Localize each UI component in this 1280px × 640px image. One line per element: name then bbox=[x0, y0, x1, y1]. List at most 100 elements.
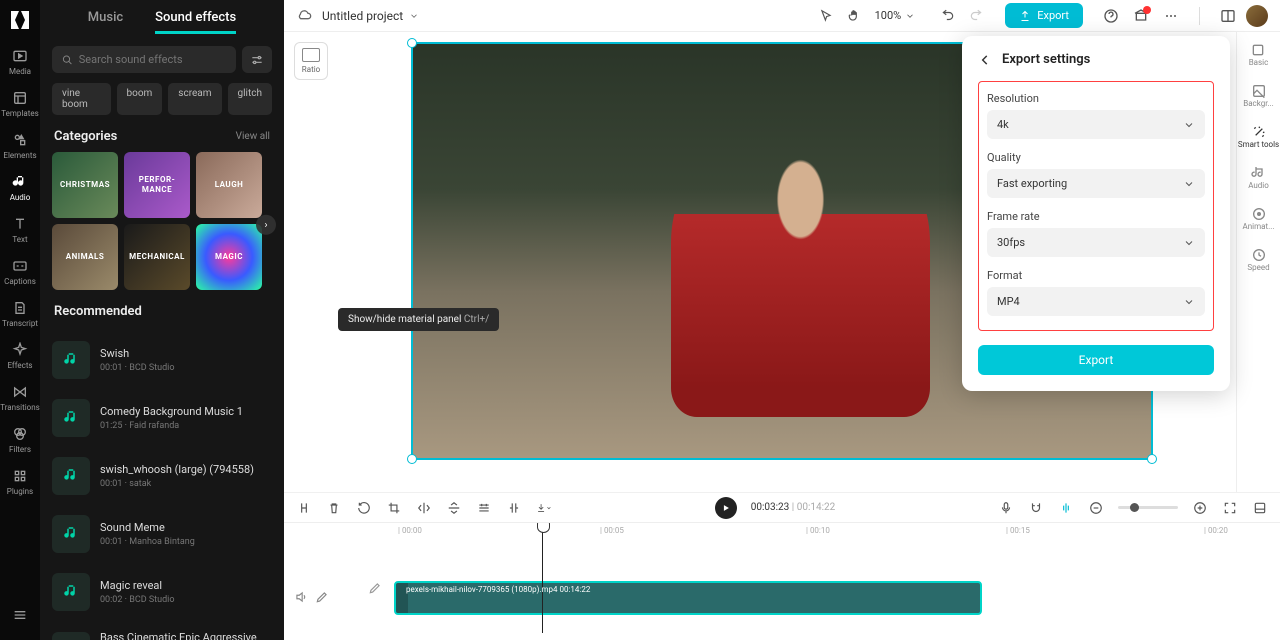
view-all-link[interactable]: View all bbox=[236, 131, 270, 142]
export-confirm-button[interactable]: Export bbox=[978, 345, 1214, 375]
undo-button[interactable] bbox=[941, 9, 955, 23]
recommended-item[interactable]: Bass Cinematic Epic Aggressive Powerful … bbox=[52, 621, 272, 640]
delete-button[interactable] bbox=[326, 500, 342, 516]
zoom-display[interactable]: 100% bbox=[875, 9, 916, 22]
rail-media[interactable]: Media bbox=[9, 48, 31, 76]
mic-button[interactable] bbox=[998, 500, 1014, 516]
rr-smart-tools[interactable]: Smart tools bbox=[1238, 124, 1279, 149]
timeline-ruler[interactable]: | 00:00| 00:05| 00:10| 00:15| 00:20 bbox=[338, 523, 1280, 541]
user-avatar[interactable] bbox=[1246, 5, 1268, 27]
recommended-item[interactable]: Swish00:01 · BCD Studio bbox=[52, 331, 272, 389]
category-card[interactable]: ANIMALS bbox=[52, 224, 118, 290]
rail-transcript[interactable]: Transcript bbox=[2, 300, 38, 328]
mirror-v-button[interactable] bbox=[446, 500, 462, 516]
rec-title: swish_whoosh (large) (794558) bbox=[100, 463, 272, 477]
tab-music[interactable]: Music bbox=[88, 10, 123, 34]
category-card[interactable]: PERFOR-MANCE bbox=[124, 152, 190, 218]
category-card[interactable]: LAUGH bbox=[196, 152, 262, 218]
rec-meta: 00:01 · satak bbox=[100, 479, 272, 489]
zoom-in-button[interactable] bbox=[1192, 500, 1208, 516]
rr-speed[interactable]: Speed bbox=[1247, 247, 1269, 272]
zoom-out-button[interactable] bbox=[1088, 500, 1104, 516]
chip-scream[interactable]: scream bbox=[168, 83, 221, 115]
rr-background[interactable]: Backgr... bbox=[1243, 83, 1274, 108]
recommended-item[interactable]: Magic reveal00:02 · BCD Studio bbox=[52, 563, 272, 621]
rr-audio[interactable]: Audio bbox=[1248, 165, 1269, 190]
rail-text[interactable]: Text bbox=[12, 216, 28, 244]
help-button[interactable] bbox=[1103, 8, 1119, 24]
rail-filters[interactable]: Filters bbox=[9, 426, 31, 454]
chip-glitch[interactable]: glitch bbox=[228, 83, 273, 115]
mirror-h-button[interactable] bbox=[416, 500, 432, 516]
fit-button[interactable] bbox=[1222, 500, 1238, 516]
export-back-button[interactable] bbox=[978, 53, 992, 67]
category-scroll-right[interactable]: › bbox=[256, 215, 276, 235]
rail-captions[interactable]: Captions bbox=[4, 258, 36, 286]
rail-plugins[interactable]: Plugins bbox=[7, 468, 33, 496]
format-select[interactable]: MP4 bbox=[987, 287, 1205, 316]
recommended-item[interactable]: Comedy Background Music 101:25 · Faid ra… bbox=[52, 389, 272, 447]
quality-select[interactable]: Fast exporting bbox=[987, 169, 1205, 198]
timeline: | 00:00| 00:05| 00:10| 00:15| 00:20 pexe… bbox=[284, 522, 1280, 640]
chevron-down-icon bbox=[905, 11, 915, 21]
fullscreen-button[interactable] bbox=[1252, 500, 1268, 516]
export-icon bbox=[1019, 10, 1031, 22]
rr-animation[interactable]: Animat... bbox=[1243, 206, 1275, 231]
rr-basic[interactable]: Basic bbox=[1249, 42, 1269, 67]
ratio-selector[interactable]: Ratio bbox=[294, 42, 328, 80]
reverse-button[interactable] bbox=[356, 500, 372, 516]
filter-button[interactable] bbox=[242, 46, 272, 73]
resize-handle-br[interactable] bbox=[1147, 454, 1157, 464]
play-button[interactable] bbox=[715, 497, 737, 519]
pointer-tool[interactable] bbox=[819, 9, 833, 23]
audio-side-panel: Music Sound effects vine boomboomscreamg… bbox=[40, 0, 284, 640]
audio-thumb bbox=[52, 399, 90, 437]
resize-handle-tl[interactable] bbox=[407, 38, 417, 48]
mute-track-button[interactable] bbox=[293, 589, 309, 605]
notifications-button[interactable] bbox=[1133, 8, 1149, 24]
category-card[interactable]: MAGIC bbox=[196, 224, 262, 290]
category-card[interactable]: MECHANICAL bbox=[124, 224, 190, 290]
rail-templates[interactable]: Templates bbox=[1, 90, 38, 118]
draft-button[interactable] bbox=[314, 589, 330, 605]
playhead[interactable] bbox=[542, 523, 543, 633]
track-align-button[interactable] bbox=[1058, 500, 1074, 516]
edit-track-button[interactable] bbox=[368, 581, 386, 599]
resize-handle-bl[interactable] bbox=[407, 454, 417, 464]
panels-toggle[interactable] bbox=[1220, 8, 1236, 24]
zoom-slider[interactable] bbox=[1118, 506, 1178, 509]
time-display: 00:03:23 | 00:14:22 bbox=[751, 502, 836, 513]
download-button[interactable] bbox=[536, 500, 552, 516]
category-card[interactable]: CHRISTMAS bbox=[52, 152, 118, 218]
rail-menu[interactable] bbox=[12, 607, 28, 626]
recommended-item[interactable]: Sound Meme00:01 · Manhoa Bintang bbox=[52, 505, 272, 563]
project-name[interactable]: Untitled project bbox=[322, 9, 419, 23]
magnet-button[interactable] bbox=[1028, 500, 1044, 516]
crop-tl-button[interactable] bbox=[386, 500, 402, 516]
rail-transitions[interactable]: Transitions bbox=[0, 384, 40, 412]
rail-elements[interactable]: Elements bbox=[3, 132, 36, 160]
frame-rate-select[interactable]: 30fps bbox=[987, 228, 1205, 257]
hand-tool[interactable] bbox=[847, 9, 861, 23]
split-clip-button[interactable] bbox=[506, 500, 522, 516]
chip-boom[interactable]: boom bbox=[117, 83, 163, 115]
recommended-item[interactable]: swish_whoosh (large) (794558) 00:01 · sat… bbox=[52, 447, 272, 505]
rail-effects[interactable]: Effects bbox=[7, 342, 32, 370]
redo-button[interactable] bbox=[969, 9, 983, 23]
chip-vine-boom[interactable]: vine boom bbox=[52, 83, 111, 115]
freeze-button[interactable] bbox=[476, 500, 492, 516]
export-button[interactable]: Export bbox=[1005, 3, 1083, 28]
search-input[interactable] bbox=[79, 53, 226, 66]
tab-sound-effects[interactable]: Sound effects bbox=[155, 10, 236, 34]
rail-audio[interactable]: Audio bbox=[10, 174, 31, 202]
more-button[interactable] bbox=[1163, 8, 1179, 24]
timeline-clip[interactable]: pexels-mikhail-nilov-7709365 (1080p).mp4… bbox=[394, 581, 982, 615]
search-box[interactable] bbox=[52, 46, 236, 73]
chevron-down-icon bbox=[1183, 296, 1195, 308]
search-icon bbox=[62, 54, 73, 66]
main-area: Untitled project 100% Export Ratio Show/… bbox=[284, 0, 1280, 640]
resolution-select[interactable]: 4k bbox=[987, 110, 1205, 139]
audio-thumb bbox=[52, 515, 90, 553]
split-button[interactable] bbox=[296, 500, 312, 516]
cloud-icon[interactable] bbox=[296, 8, 312, 24]
